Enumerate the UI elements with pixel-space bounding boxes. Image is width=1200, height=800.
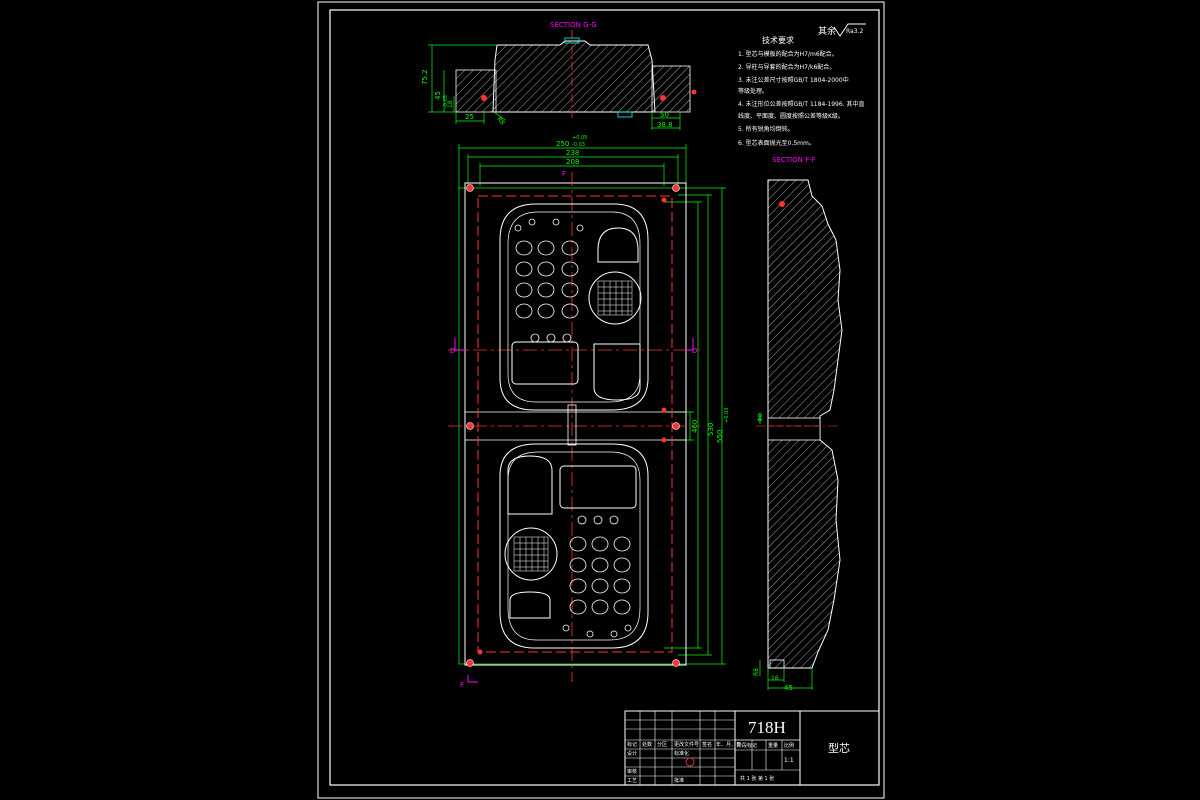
technical-requirements: 技术要求 1. 型芯与模板的配合为H7/m6配合。 2. 导柱与导套的配合为H7… (738, 35, 865, 147)
dim-top-width: 250 (556, 140, 569, 148)
section-g-view: 75.2 45 -0.05 18 25 R8 50 38.8 (421, 30, 697, 130)
lower-cavity (499, 443, 649, 649)
ff-side-dim: R8 (753, 668, 760, 676)
gg-bottom-right-dim2: 38.8 (657, 121, 673, 129)
title-design-label: 设计 (627, 750, 637, 757)
surface-finish-label: 其余 (818, 25, 836, 37)
section-g-base-right (651, 65, 691, 113)
title-process-label: 工艺 (627, 778, 637, 784)
cad-drawing: 其余 Ra3.2 SECTION G-G 75.2 45 -0.05 18 25… (317, 1, 885, 799)
title-block: 718H 型芯 标记 处数 分区 更改文件号 签名 年、月、日 设计 标准化 审… (624, 710, 880, 786)
title-row-label-2: 处数 (642, 741, 652, 748)
title-row-label-5: 签名 (702, 741, 712, 748)
tech-req-item-6: 线度、平面度、圆度按照公差等级K级。 (738, 112, 844, 120)
gg-height-dim: 75.2 (421, 69, 429, 85)
title-weight-label: 重量 (768, 742, 778, 749)
dim-height-2: 530 (707, 423, 715, 436)
title-row-label-4: 更改文件号 (674, 741, 699, 748)
title-scale-label: 比例 (784, 742, 794, 749)
ff-small-dim: 16 (771, 675, 779, 682)
upper-speaker-grille (597, 280, 633, 316)
lower-key-grid (562, 515, 632, 638)
lower-speaker-grille (513, 536, 549, 572)
title-stamp-icon (685, 757, 695, 767)
title-check-label: 审核 (627, 768, 637, 775)
surface-finish-value: Ra3.2 (846, 28, 863, 35)
title-sheet-info: 共 1 张 第 1 张 (740, 775, 774, 782)
gg-angle-dim: R8 (495, 116, 506, 127)
title-part-name: 型芯 (828, 741, 850, 755)
dim-height-3-tol: +0.03 (724, 408, 730, 423)
section-g-hole-right (660, 95, 666, 101)
dim-height-3: 550 (716, 430, 724, 443)
tech-req-title: 技术要求 (762, 35, 794, 45)
core-insert-frame-red (477, 195, 673, 653)
tech-req-item-1: 1. 型芯与模板的配合为H7/m6配合。 (738, 50, 838, 58)
cut-marker-f-bottom: F (460, 681, 464, 689)
title-row-label-3: 分区 (657, 741, 667, 748)
tech-req-item-5: 4. 未注形位公差按照GB/T 1184-1996. 其中直 (738, 100, 865, 108)
section-g-base-left (455, 69, 497, 113)
section-g-hole-right2 (691, 89, 697, 95)
tech-req-item-3: 3. 未注公差尺寸按照GB/T 1804-2000中 (738, 76, 849, 84)
tech-req-item-8: 6. 型芯表面抛光至0.5mm。 (738, 139, 815, 147)
dim-top-width-tol-lower: -0.03 (572, 142, 585, 148)
ff-width-dim: 45 (784, 684, 793, 692)
upper-cavity (499, 203, 649, 411)
title-material: 718H (748, 718, 786, 737)
cut-marker-f-top: F (562, 170, 566, 178)
section-g-insert-bottom (617, 111, 633, 118)
dim-inner-width-1: 238 (566, 149, 579, 157)
title-scale-value: 1:1 (784, 757, 794, 764)
plan-view: 250 +0.05 -0.03 238 208 460 530 550 +0.0… (448, 135, 730, 689)
dim-inner-width-2: 208 (566, 158, 579, 166)
title-stage-label: 阶段标记 (737, 742, 757, 749)
tech-req-item-4: 等级处理。 (738, 87, 768, 95)
gg-sub-dim: 18 (447, 100, 454, 108)
upper-key-grid (514, 218, 584, 343)
tech-req-item-2: 2. 导柱与导套的配合为H7/k6配合。 (738, 63, 835, 71)
gg-bottom-left-dim: 25 (465, 113, 474, 121)
section-g-hole-left (481, 95, 487, 101)
section-f-label: SECTION F-F (772, 156, 816, 164)
section-f-view: 45 16 R8 Φ8 (753, 179, 843, 692)
title-row-label-1: 标记 (627, 741, 637, 748)
section-g-label: SECTION G-G (550, 21, 597, 29)
ff-mid-dim: Φ8 (757, 413, 764, 422)
gg-step-dim: 45 (434, 91, 442, 100)
section-g-core-body (492, 40, 656, 113)
title-standard-label: 标准化 (674, 750, 689, 757)
dim-top-width-tol-upper: +0.05 (572, 135, 587, 141)
tech-req-item-7: 5. 所有锐角均倒钝。 (738, 125, 794, 133)
gg-bottom-right-dim1: 50 (660, 111, 669, 119)
title-approve-label: 批准 (674, 777, 684, 784)
